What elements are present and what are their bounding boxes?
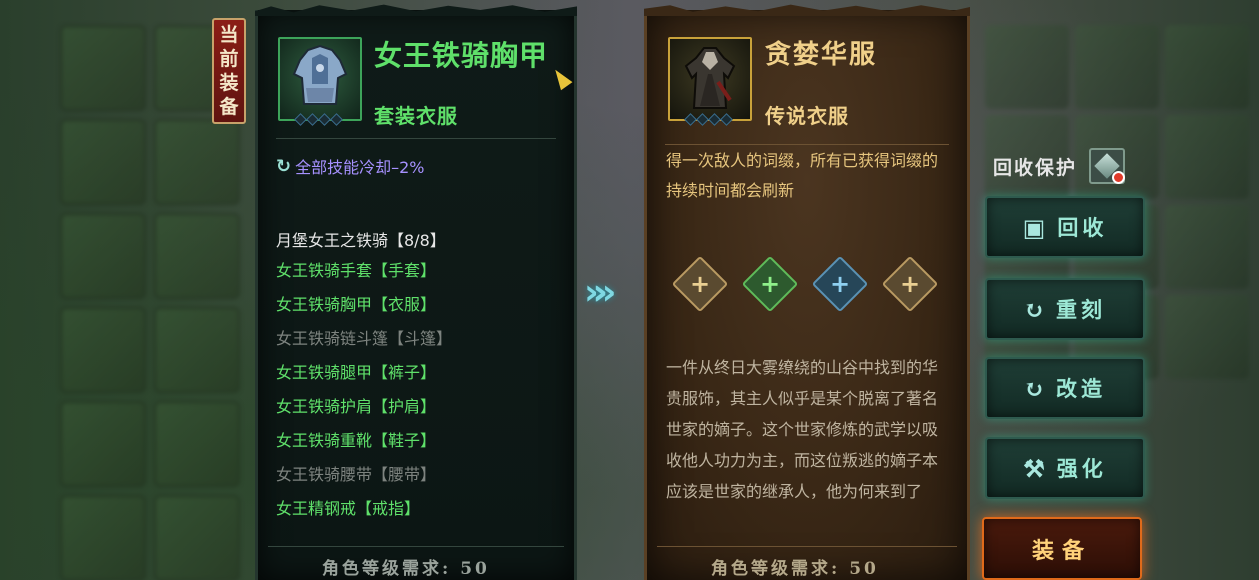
tag-char: 前 — [219, 48, 239, 70]
stat-text: 全部技能冷却–2% — [295, 158, 425, 177]
recycle-label: 回收 — [1057, 215, 1108, 240]
current-item-name: 女王铁骑胸甲 — [374, 39, 549, 72]
new-item-requirement: 角色等级需求: 50 — [711, 559, 879, 579]
equip-label: 装备 — [1031, 537, 1092, 564]
new-item-type: 传说衣服 — [765, 104, 849, 128]
gem-sockets: + + + + — [671, 255, 939, 313]
modify-label: 改造 — [1056, 376, 1107, 401]
set-piece: 女王铁骑重靴【鞋子】 — [276, 431, 437, 450]
recycle-protect: 回收保护 — [993, 148, 1126, 184]
reforge-label: 重刻 — [1056, 297, 1107, 322]
refresh-icon: ↻ — [1023, 294, 1045, 324]
current-equipped-tag: 当 前 装 备 — [212, 18, 246, 124]
socket-dot — [684, 113, 697, 126]
tag-char: 装 — [219, 72, 239, 94]
divider — [268, 546, 564, 547]
socket-dot — [318, 113, 331, 126]
tag-char: 备 — [219, 96, 239, 118]
socket-dot — [306, 113, 319, 126]
enhance-label: 强化 — [1056, 456, 1107, 481]
current-item-stat: ↻ 全部技能冷却–2% — [276, 154, 424, 178]
hammer-icon: ⚒ — [1023, 453, 1045, 483]
set-piece: 女王铁骑手套【手套】 — [276, 261, 437, 280]
set-piece: 女王精钢戒【戒指】 — [276, 499, 421, 518]
cube-icon: ▣ — [1022, 212, 1046, 242]
refresh-icon: ↻ — [1023, 373, 1045, 403]
ban-icon — [1112, 171, 1126, 184]
socket-indicator — [294, 113, 343, 126]
divider — [276, 138, 556, 139]
plus-icon: + — [759, 270, 781, 298]
compare-arrow-icon: »» — [584, 272, 616, 313]
set-title: 月堡女王之铁骑【8/8】 — [276, 231, 446, 250]
current-item-type: 套装衣服 — [374, 104, 458, 128]
socket-indicator — [684, 113, 733, 126]
modify-button[interactable]: ↻ 改造 — [985, 357, 1145, 419]
socket-dot — [720, 113, 733, 126]
gem-socket-1[interactable]: + — [671, 255, 729, 313]
set-piece-list: 女王铁骑手套【手套】 女王铁骑胸甲【衣服】 女王铁骑链斗篷【斗篷】 女王铁骑腿甲… — [276, 261, 452, 533]
new-item-name: 贪婪华服 — [765, 40, 878, 70]
gem-socket-4[interactable]: + — [881, 255, 939, 313]
socket-dot — [708, 113, 721, 126]
current-item-requirement: 角色等级需求: 50 — [322, 559, 490, 579]
set-piece: 女王铁骑胸甲【衣服】 — [276, 295, 437, 314]
socket-dot — [330, 113, 343, 126]
plus-icon: + — [899, 270, 921, 298]
socket-dot — [696, 113, 709, 126]
divider — [665, 144, 949, 145]
new-item-affix: 得一次敌人的词缀，所有已获得词缀的持续时间都会刷新 — [666, 151, 939, 200]
gem-socket-2[interactable]: + — [741, 255, 799, 313]
set-piece: 女王铁骑护肩【护肩】 — [276, 397, 437, 416]
enhance-button[interactable]: ⚒ 强化 — [985, 437, 1145, 499]
cooldown-icon: ↻ — [276, 155, 292, 177]
socket-dot — [294, 113, 307, 126]
tag-char: 当 — [219, 24, 239, 46]
armor-icon — [278, 37, 362, 121]
equip-button[interactable]: 装备 — [982, 517, 1142, 580]
reforge-button[interactable]: ↻ 重刻 — [985, 278, 1145, 340]
set-piece: 女王铁骑腰带【腰带】 — [276, 465, 437, 484]
recycle-protect-label: 回收保护 — [993, 156, 1078, 179]
plus-icon: + — [829, 270, 851, 298]
recycle-protect-toggle[interactable] — [1089, 148, 1126, 184]
new-item-lore[interactable]: 一件从终日大雾缭绕的山谷中找到的华贵服饰，其主人似乎是某个脱离了著名世家的嫡子。… — [666, 352, 948, 538]
robe-icon — [668, 37, 752, 121]
set-piece: 女王铁骑腿甲【裤子】 — [276, 363, 437, 382]
recycle-button[interactable]: ▣ 回收 — [985, 196, 1145, 258]
divider — [657, 546, 957, 547]
plus-icon: + — [689, 270, 711, 298]
set-piece: 女王铁骑链斗篷【斗篷】 — [276, 329, 453, 348]
gem-socket-3[interactable]: + — [811, 255, 869, 313]
